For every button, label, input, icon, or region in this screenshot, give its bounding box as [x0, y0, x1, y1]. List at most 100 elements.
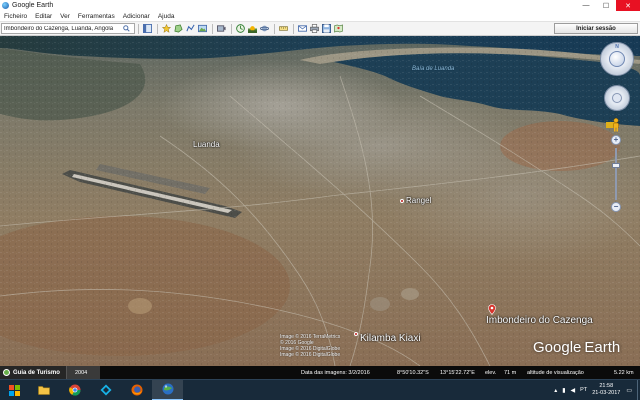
status-bar: Data das imagens: 3/2/2016 8°50'10.32"S … [100, 366, 640, 379]
menu-add[interactable]: Adicionar [119, 13, 154, 20]
place-kilamba-label: Kilamba Kiaxi [360, 333, 421, 344]
tour-guide-label: Guia de Turismo [13, 369, 60, 376]
menu-view[interactable]: Ver [56, 13, 74, 20]
place-imbondeiro-label: Imbondeiro do Cazenga [486, 315, 593, 326]
place-rangel[interactable]: Rangel [400, 196, 431, 205]
clock-date: 21-03-2017 [592, 390, 621, 396]
taskbar-firefox[interactable] [121, 380, 152, 400]
window-controls: — ☐ ✕ [576, 0, 640, 11]
look-joystick[interactable]: N [600, 42, 634, 76]
chrome-icon [68, 384, 81, 396]
menu-file[interactable]: Ficheiro [0, 13, 31, 20]
map-viewport[interactable]: Baía de Luanda Luanda Rangel Kilamba Kia… [0, 36, 640, 366]
record-tour-icon[interactable] [216, 23, 227, 34]
windows-logo-icon [8, 384, 20, 396]
search-box [1, 23, 135, 34]
historical-imagery-icon[interactable] [235, 23, 246, 34]
imagery-attribution: Image © 2016 TerraMetrics © 2016 Google … [280, 334, 340, 358]
path-icon[interactable] [185, 23, 196, 34]
toolbar-separator [231, 23, 232, 34]
placemark-dot-icon [354, 331, 358, 336]
hand-icon [612, 93, 622, 103]
taskbar: ▴ ▮ ◀ PT 21:58 21-03-2017 ▭ [0, 379, 640, 400]
google-earth-icon [162, 383, 173, 395]
toolbar-separator [157, 23, 158, 34]
system-tray: ▴ ▮ ◀ PT 21:58 21-03-2017 ▭ [554, 379, 640, 400]
kodi-icon [100, 384, 111, 396]
north-indicator[interactable]: N [601, 44, 633, 50]
tour-guide-icon [3, 369, 10, 376]
start-button[interactable] [0, 380, 28, 400]
imagery-date: Data das imagens: 3/2/2016 [301, 370, 370, 376]
placemark-icon[interactable] [161, 23, 172, 34]
pegman-icon[interactable] [611, 118, 621, 132]
sidebar-toggle-icon[interactable] [142, 23, 153, 34]
sign-in-button[interactable]: Iniciar sessão [554, 23, 638, 34]
clock[interactable]: 21:58 21-03-2017 [592, 383, 620, 397]
maximize-button[interactable]: ☐ [596, 0, 616, 11]
print-icon[interactable] [309, 23, 320, 34]
menu-help[interactable]: Ajuda [154, 13, 179, 20]
place-luanda-label: Luanda [193, 140, 220, 149]
logo-google-text: Google [533, 339, 582, 356]
toolbar-separator [212, 23, 213, 34]
minimize-button[interactable]: — [576, 0, 596, 11]
taskbar-file-explorer[interactable] [28, 380, 59, 400]
search-input[interactable] [2, 24, 120, 33]
search-icon[interactable] [120, 24, 132, 33]
image-overlay-icon[interactable] [197, 23, 208, 34]
zoom-slider-handle[interactable] [612, 163, 620, 168]
clock-time: 21:58 [599, 383, 614, 389]
input-language[interactable]: PT [580, 387, 587, 393]
network-icon[interactable]: ▮ [562, 387, 565, 394]
toolbar: Iniciar sessão [0, 22, 640, 36]
firefox-icon [131, 384, 142, 396]
zoom-slider-track[interactable] [615, 148, 617, 200]
tour-guide-button[interactable]: Guia de Turismo [0, 366, 67, 379]
navigation-controls: N + − [598, 42, 638, 217]
place-kilamba-kiaxi[interactable]: Kilamba Kiaxi [354, 331, 421, 344]
toolbar-separator [138, 23, 139, 34]
zoom-out-button[interactable]: − [611, 202, 621, 212]
google-earth-icon [2, 2, 9, 9]
notifications-icon[interactable]: ▭ [626, 387, 632, 394]
folder-icon [37, 386, 50, 395]
attribution-line: Image © 2016 DigitalGlobe [280, 352, 341, 358]
save-image-icon[interactable] [321, 23, 332, 34]
title-bar: Google Earth — ☐ ✕ [0, 0, 640, 11]
logo-earth-text: Earth [584, 339, 621, 356]
latitude: 8°50'10.32"S [397, 370, 429, 376]
eye-altitude-value: 5.22 km [614, 370, 634, 376]
menu-edit[interactable]: Editar [31, 13, 56, 20]
volume-icon[interactable]: ◀ [571, 387, 576, 394]
place-rangel-label: Rangel [406, 196, 432, 205]
zoom-in-button[interactable]: + [611, 135, 621, 145]
email-icon[interactable] [297, 23, 308, 34]
move-joystick[interactable] [604, 85, 630, 111]
placemark-dot-icon [400, 198, 404, 203]
view-in-maps-icon[interactable] [333, 23, 344, 34]
toolbar-separator [274, 23, 275, 34]
polygon-icon[interactable] [173, 23, 184, 34]
elevation-value: 71 m [504, 370, 517, 376]
close-button[interactable]: ✕ [616, 0, 640, 11]
planets-icon[interactable] [259, 23, 270, 34]
bottom-panel: Guia de Turismo 2004 [0, 366, 100, 379]
sun-icon[interactable] [247, 23, 258, 34]
bay-label: Baía de Luanda [412, 66, 455, 72]
toolbar-separator [293, 23, 294, 34]
taskbar-chrome[interactable] [59, 380, 90, 400]
chevron-up-icon[interactable]: ▴ [554, 387, 557, 394]
place-imbondeiro[interactable]: Imbondeiro do Cazenga [486, 304, 593, 326]
menu-bar: Ficheiro Editar Ver Ferramentas Adiciona… [0, 11, 640, 22]
elevation-label: elev. [485, 370, 497, 376]
taskbar-google-earth[interactable] [152, 379, 183, 400]
ruler-icon[interactable] [278, 23, 289, 34]
taskbar-kodi[interactable] [90, 380, 121, 400]
place-luanda[interactable]: Luanda [193, 140, 220, 149]
google-earth-logo: Google Earth [533, 339, 620, 356]
menu-tools[interactable]: Ferramentas [74, 13, 119, 20]
search-result-pin-icon [488, 304, 496, 315]
eye-altitude-label: altitude de visualização [527, 370, 584, 376]
longitude: 13°15'22.72"E [440, 370, 475, 376]
